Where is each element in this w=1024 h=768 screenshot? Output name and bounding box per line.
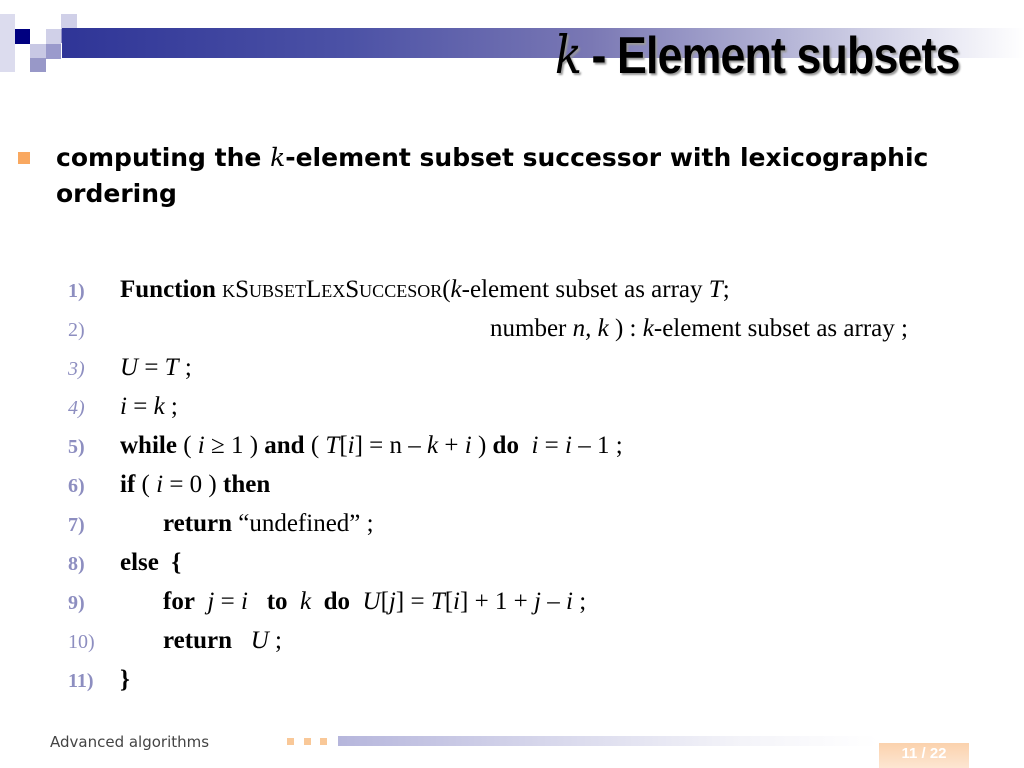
line-number: 6) <box>68 475 85 497</box>
footer-dot <box>304 738 311 745</box>
page-number: 11 / 22 <box>879 743 969 768</box>
line-number: 3) <box>68 358 85 380</box>
code-line-4: 4) i = k ; <box>68 393 178 420</box>
slide-title: k- Element subsets <box>555 26 961 86</box>
footer-dot <box>320 738 327 745</box>
code-line-8: 8) else { <box>68 549 182 576</box>
code-line-6: 6) if ( i = 0 ) then <box>68 471 271 498</box>
decor-square <box>46 29 61 44</box>
code-line-1: 1) Function kSubsetLexSuccesor(k-element… <box>68 276 730 303</box>
bullet-icon <box>18 152 30 164</box>
decor-square <box>61 14 77 29</box>
intro-text: computing the k-element subset successor… <box>56 143 929 208</box>
decor-square <box>30 58 46 72</box>
decor-square <box>46 44 61 59</box>
line-number: 11) <box>68 670 94 692</box>
line-number: 10) <box>68 631 95 653</box>
line-number: 8) <box>68 553 85 575</box>
code-line-11: 11) } <box>68 666 130 693</box>
code-line-5: 5) while ( i ≥ 1 ) and ( T[i] = n – k + … <box>68 432 623 459</box>
footer-course: Advanced algorithms <box>50 733 210 751</box>
code-line-10: 10) return U ; <box>68 627 282 654</box>
code-line-7: 7) return “undefined” ; <box>68 510 374 537</box>
line-number: 2) <box>68 319 85 341</box>
decor-square <box>30 44 46 59</box>
decor-square <box>15 29 30 44</box>
line-number: 4) <box>68 397 85 419</box>
line-number: 1) <box>68 280 85 302</box>
code-line-3: 3) U = T ; <box>68 354 192 381</box>
code-line-9: 9) for j = i to k do U[j] = T[i] + 1 + j… <box>68 588 587 615</box>
line-number: 7) <box>68 514 85 536</box>
code-line-2: 2) number n, k ) : k-element subset as a… <box>68 315 908 342</box>
line-number: 5) <box>68 436 85 458</box>
footer-dot <box>287 738 294 745</box>
line-number: 9) <box>68 592 85 614</box>
footer-bar <box>338 736 878 746</box>
decor-square <box>0 14 15 72</box>
